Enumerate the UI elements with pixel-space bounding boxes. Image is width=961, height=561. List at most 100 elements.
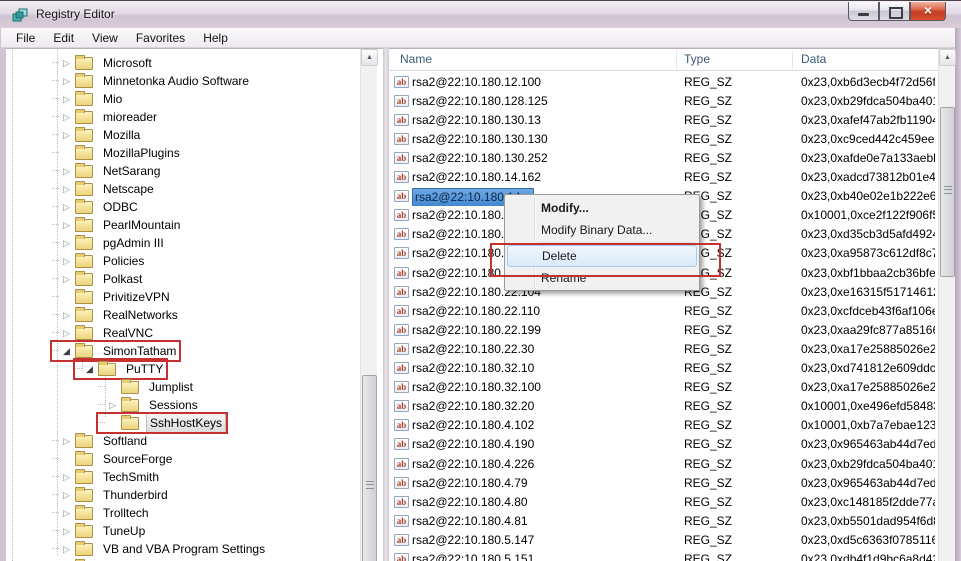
tree-item-vb-and-vba-program-settings[interactable]: ▷ VB and VBA Program Settings (52, 537, 268, 556)
tree-scrollbar-thumb[interactable] (362, 375, 377, 561)
value-type: REG_SZ (684, 513, 733, 528)
list-scrollbar-thumb[interactable] (940, 107, 955, 277)
registry-value-row-rsa2-22-10-180-32-20-17[interactable]: ab rsa2@22:10.180.32.20 REG_SZ 0x10001,0xe4… (389, 397, 938, 416)
collapse-toggle-icon[interactable]: ◢ (60, 342, 73, 360)
registry-value-row-rsa2-22-10-180-22-199-13[interactable]: ab rsa2@22:10.180.22.199 REG_SZ 0x23,0xaa29… (389, 321, 938, 340)
value-name: rsa2@22:10.180.32.10 (412, 361, 535, 375)
tree-item-pearlmountain[interactable]: ▷ PearlMountain (52, 213, 183, 232)
registry-value-row-rsa2-22-10-180-12-100-0[interactable]: ab rsa2@22:10.180.12.100 REG_SZ 0x23,0xb6d3… (389, 73, 938, 92)
folder-icon (75, 306, 93, 322)
string-value-icon: ab (394, 381, 409, 394)
string-value-icon: ab (394, 553, 409, 561)
tree-item-techsmith[interactable]: ▷ TechSmith (52, 465, 162, 484)
registry-value-row-rsa2-22-10-180-4-190-19[interactable]: ab rsa2@22:10.180.4.190 REG_SZ 0x23,0x96546… (389, 435, 938, 454)
scroll-up-icon[interactable]: ▲ (361, 49, 378, 66)
registry-value-row-rsa2-22-10-180-130-130-3[interactable]: ab rsa2@22:10.180.130.130 REG_SZ 0x23,0xc9c… (389, 130, 938, 149)
value-data: 0x23,0xa17e25885026e23c (801, 341, 935, 356)
string-value-icon: ab (394, 304, 409, 317)
folder-icon (121, 378, 139, 394)
tree-item-mio[interactable]: ▷ Mio (52, 87, 125, 106)
minimize-button[interactable] (848, 2, 879, 21)
scroll-up-icon[interactable]: ▲ (939, 49, 956, 66)
registry-value-row-rsa2-22-10-180-128-125-1[interactable]: ab rsa2@22:10.180.128.125 REG_SZ 0x23,0xb29… (389, 92, 938, 111)
tree-item-mioreader[interactable]: ▷ mioreader (52, 105, 160, 124)
tree-item-label: WinRAR (100, 557, 152, 561)
column-header-data[interactable]: Data (801, 52, 826, 66)
tree-connector-dots (52, 116, 59, 118)
value-name: rsa2@22:10.180.16 (412, 227, 518, 242)
list-scrollbar[interactable]: ▲ (938, 49, 956, 561)
tree-item-netscape[interactable]: ▷ Netscape (52, 177, 157, 196)
close-button[interactable]: × (910, 2, 946, 21)
tree-item-policies[interactable]: ▷ Policies (52, 249, 147, 268)
value-type: REG_SZ (684, 437, 733, 452)
column-separator[interactable] (676, 51, 677, 69)
tree-connector-dots (52, 224, 59, 226)
registry-value-row-rsa2-22-10-180-14-162-5[interactable]: ab rsa2@22:10.180.14.162 REG_SZ 0x23,0xadcd… (389, 168, 938, 187)
tree-item-odbc[interactable]: ▷ ODBC (52, 195, 141, 214)
registry-value-row-rsa2-22-10-180-130-252-4[interactable]: ab rsa2@22:10.180.130.252 REG_SZ 0x23,0xafd… (389, 149, 938, 168)
tree-item-sessions[interactable]: ▷ Sessions (98, 393, 201, 412)
tree-item-realvnc[interactable]: ▷ RealVNC (52, 321, 156, 340)
value-name: rsa2@22:10.180.4.102 (412, 418, 535, 433)
value-name: rsa2@22:10.180.22.30 (412, 341, 535, 356)
tree-item-minnetonka-audio-software[interactable]: ▷ Minnetonka Audio Software (52, 69, 252, 88)
menubar-item-favorites[interactable]: Favorites (129, 29, 192, 47)
registry-value-row-rsa2-22-10-180-32-10-15[interactable]: ab rsa2@22:10.180.32.10 REG_SZ 0x23,0xd7418… (389, 359, 938, 378)
tree-item-netsarang[interactable]: ▷ NetSarang (52, 159, 163, 178)
registry-value-row-rsa2-22-10-180-5-147-24[interactable]: ab rsa2@22:10.180.5.147 REG_SZ 0x23,0xd5c63… (389, 531, 938, 550)
registry-value-row-rsa2-22-10-180-4-102-18[interactable]: ab rsa2@22:10.180.4.102 REG_SZ 0x10001,0xb7… (389, 416, 938, 435)
tree-item-thunderbird[interactable]: ▷ Thunderbird (52, 483, 171, 502)
tree-item-microsoft[interactable]: ▷ Microsoft (52, 51, 155, 70)
registry-value-row-rsa2-22-10-180-4-81-23[interactable]: ab rsa2@22:10.180.4.81 REG_SZ 0x23,0xb5501d… (389, 512, 938, 531)
column-separator[interactable] (792, 51, 793, 69)
tree-scrollbar[interactable]: ▲ (360, 49, 378, 561)
menubar-item-help[interactable]: Help (196, 29, 235, 47)
column-header-name[interactable]: Name (400, 52, 432, 66)
tree-item-privitizevpn[interactable]: PrivitizeVPN (52, 285, 173, 304)
registry-value-row-rsa2-22-10-180-22-110-12[interactable]: ab rsa2@22:10.180.22.110 REG_SZ 0x23,0xcfdc… (389, 302, 938, 321)
context-menu-item-modify[interactable]: Modify... (507, 197, 697, 219)
menubar-item-edit[interactable]: Edit (46, 29, 81, 47)
registry-value-row-rsa2-22-10-180-4-226-20[interactable]: ab rsa2@22:10.180.4.226 REG_SZ 0x23,0xb29fd… (389, 455, 938, 474)
tree-item-mozillaplugins[interactable]: MozillaPlugins (52, 141, 183, 160)
tree-item-putty[interactable]: ◢ PuTTY (72, 357, 169, 380)
tree-item-sourceforge[interactable]: SourceForge (52, 447, 175, 466)
folder-icon (75, 72, 93, 88)
string-value-icon: ab (394, 113, 409, 126)
tree-item-mozilla[interactable]: ▷ Mozilla (52, 123, 143, 142)
string-value-icon: ab (394, 151, 409, 164)
folder-icon (75, 144, 93, 160)
tree-connector-dots (52, 134, 59, 136)
tree-connector-dots (52, 458, 59, 460)
context-menu-item-modify-binary-data[interactable]: Modify Binary Data... (507, 219, 697, 241)
string-value-icon: ab (394, 400, 409, 413)
title-bar[interactable]: Registry Editor × (0, 0, 961, 28)
tree-item-simontatham[interactable]: ◢ SimonTatham (49, 339, 182, 362)
registry-value-row-rsa2-22-10-180-4-80-22[interactable]: ab rsa2@22:10.180.4.80 REG_SZ 0x23,0xc14818… (389, 493, 938, 512)
value-name: rsa2@22:10.180.130.252 (412, 150, 548, 165)
tree-item-trolltech[interactable]: ▷ Trolltech (52, 501, 152, 520)
maximize-button[interactable] (879, 2, 910, 21)
tree-connector-dots (52, 476, 59, 478)
column-header-type[interactable]: Type (684, 52, 710, 66)
tree-item-winrar[interactable]: ▷WinRAR (52, 555, 152, 561)
registry-value-row-rsa2-22-10-180-130-13-2[interactable]: ab rsa2@22:10.180.130.13 REG_SZ 0x23,0xafef… (389, 111, 938, 130)
menubar-item-view[interactable]: View (85, 29, 125, 47)
folder-icon (75, 216, 93, 232)
registry-value-row-rsa2-22-10-180-5-151-25[interactable]: ab rsa2@22:10.180.5.151 REG_SZ 0x23,0xdb4f1… (389, 550, 938, 561)
string-value-icon: ab (394, 266, 409, 279)
tree-item-realnetworks[interactable]: ▷ RealNetworks (52, 303, 181, 322)
menubar-item-file[interactable]: File (9, 29, 42, 47)
registry-value-row-rsa2-22-10-180-32-100-16[interactable]: ab rsa2@22:10.180.32.100 REG_SZ 0x23,0xa17e… (389, 378, 938, 397)
tree-item-pgadmin-iii[interactable]: ▷ pgAdmin III (52, 231, 167, 250)
tree-item-polkast[interactable]: ▷ Polkast (52, 267, 145, 286)
registry-value-row-rsa2-22-10-180-22-30-14[interactable]: ab rsa2@22:10.180.22.30 REG_SZ 0x23,0xa17e2… (389, 340, 938, 359)
tree-item-tuneup[interactable]: ▷ TuneUp (52, 519, 148, 538)
folder-icon (75, 288, 93, 304)
collapse-toggle-icon[interactable]: ◢ (83, 360, 96, 378)
registry-value-row-rsa2-22-10-180-4-79-21[interactable]: ab rsa2@22:10.180.4.79 REG_SZ 0x23,0x965463… (389, 474, 938, 493)
tree-item-sshhostkeys[interactable]: SshHostKeys (95, 411, 229, 434)
tree-item-softland[interactable]: ▷ Softland (52, 429, 150, 448)
tree-item-jumplist[interactable]: Jumplist (98, 375, 196, 394)
